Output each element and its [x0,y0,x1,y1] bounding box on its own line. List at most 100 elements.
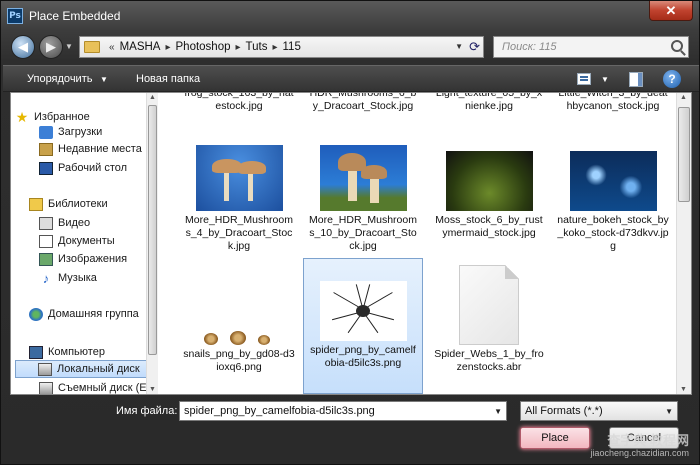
file-name: HDR_Mushrooms_6_by_Dracoart_Stock.jpg [309,93,417,112]
nav-local-disk[interactable]: Локальный диск [15,360,146,378]
change-view-icon[interactable] [577,73,591,85]
breadcrumb-separator: ▸ [272,41,278,53]
document-icon [459,265,519,345]
place-button[interactable]: Place [520,427,590,449]
file-thumbnail [319,145,407,211]
folder-icon [84,41,100,53]
refresh-icon[interactable]: ⟳ [469,39,480,55]
nav-label: Библиотеки [48,198,108,210]
nav-computer[interactable]: Компьютер [29,343,146,361]
file-item[interactable]: Moss_stock_6_by_rustymermaid_stock.jpg [429,151,549,240]
breadcrumb-overflow[interactable]: « [109,42,115,53]
desktop-icon [39,161,53,175]
file-name: snails_png_by_gd08-d3ioxq6.png [183,348,295,373]
file-list-scrollbar[interactable]: ▲ ▼ [676,93,691,394]
chevron-down-icon[interactable]: ▼ [665,407,673,416]
nav-pictures[interactable]: Изображения [39,250,146,268]
file-item[interactable]: More_HDR_Mushrooms_4_by_Dracoart_Stock.j… [179,145,299,253]
scroll-up-icon[interactable]: ▲ [680,94,687,101]
nav-recent-places[interactable]: Недавние места [39,140,146,158]
file-name: nature_bokeh_stock_by_koko_stock-d73dkvv… [557,214,669,252]
file-thumbnail [195,145,283,211]
file-name: Spider_Webs_1_by_frozenstocks.abr [434,348,544,373]
file-item[interactable]: Little_Witch_3_by_deathbycanon_stock.jpg [553,93,673,113]
breadcrumb-photoshop[interactable]: Photoshop [176,41,231,53]
file-format-select[interactable]: All Formats (*.*) ▼ [520,401,678,421]
filename-input[interactable]: spider_png_by_camelfobia-d5ilc3s.png ▼ [179,401,507,421]
chevron-down-icon[interactable]: ▼ [100,75,108,84]
nav-removable-disk[interactable]: Съемный диск (E [39,379,146,394]
file-list: frog_stock_163_by_hatestock.jpg HDR_Mush… [159,93,691,394]
filename-value: spider_png_by_camelfobia-d5ilc3s.png [184,405,375,417]
nav-label: Недавние места [58,143,142,155]
new-folder-button[interactable]: Новая папка [136,73,200,85]
filename-label: Имя файла: [116,405,178,417]
video-icon [39,216,53,230]
file-name: More_HDR_Mushrooms_4_by_Dracoart_Stock.j… [185,214,293,252]
chevron-down-icon[interactable]: ▼ [601,75,609,84]
file-item[interactable]: nature_bokeh_stock_by_koko_stock-d73dkvv… [553,151,673,253]
removable-disk-icon [39,381,53,394]
nav-label: Документы [58,235,115,247]
search-input[interactable]: Поиск: 115 [493,36,689,58]
breadcrumb-tuts[interactable]: Tuts [246,41,268,53]
file-item[interactable]: frog_stock_163_by_hatestock.jpg [179,93,299,113]
file-name: Little_Witch_3_by_deathbycanon_stock.jpg [558,93,668,112]
navigation-scrollbar[interactable]: ▲ ▼ [146,93,158,394]
forward-button[interactable]: ▶ [39,35,63,59]
nav-homegroup[interactable]: Домашняя группа [29,305,146,323]
help-icon[interactable]: ? [663,70,681,88]
file-item[interactable]: More_HDR_Mushrooms_10_by_Dracoart_Stock.… [303,145,423,253]
recent-places-icon [39,142,53,156]
file-item[interactable]: Spider_Webs_1_by_frozenstocks.abr [429,265,549,374]
close-button[interactable]: ✕ [649,1,693,21]
preview-pane-icon[interactable] [629,72,643,87]
nav-music[interactable]: ♪ Музыка [39,269,146,287]
nav-label: Загрузки [58,126,103,138]
homegroup-icon [29,307,43,321]
breadcrumb-masha[interactable]: MASHA [120,41,161,53]
nav-desktop[interactable]: Рабочий стол [39,159,146,177]
breadcrumb-115[interactable]: 115 [283,41,301,53]
nav-label: Съемный диск (E [58,382,146,394]
search-icon[interactable] [671,40,683,52]
file-name: Moss_stock_6_by_rustymermaid_stock.jpg [435,214,543,239]
file-name: Light_texture_05_by_xnienke.jpg [435,93,543,112]
search-placeholder: Поиск: 115 [502,41,557,53]
arrow-left-icon: ◀ [18,39,28,54]
nav-documents[interactable]: Документы [39,232,146,250]
file-thumbnail [195,323,283,345]
browser-area: ★ Избранное Загрузки Недавние места Рабо… [10,92,692,395]
breadcrumb-separator: ▸ [235,41,241,53]
nav-downloads[interactable]: Загрузки [39,123,146,141]
organize-button[interactable]: Упорядочить [27,73,92,85]
scroll-down-icon[interactable]: ▼ [680,386,687,393]
back-button[interactable]: ◀ [11,35,35,59]
nav-label: Видео [58,217,91,229]
scroll-down-icon[interactable]: ▼ [149,386,156,393]
file-item[interactable]: snails_png_by_gd08-d3ioxq6.png [179,323,299,374]
file-item-selected[interactable]: spider_png_by_camelfobia-d5ilc3s.png [303,258,423,394]
watermark-url: jiaocheng.chazidian.com [590,448,689,458]
file-thumbnail [319,281,407,341]
scroll-up-icon[interactable]: ▲ [149,94,156,101]
nav-video[interactable]: Видео [39,214,146,232]
address-dropdown-icon[interactable]: ▼ [455,42,463,51]
file-item[interactable]: HDR_Mushrooms_6_by_Dracoart_Stock.jpg [303,93,423,113]
scrollbar-thumb[interactable] [148,105,157,355]
nav-label: Домашняя группа [48,308,139,320]
file-name: spider_png_by_camelfobia-d5ilc3s.png [310,344,416,369]
chevron-down-icon[interactable]: ▼ [494,407,502,416]
nav-label: Локальный диск [57,363,140,375]
file-item[interactable]: Light_texture_05_by_xnienke.jpg [429,93,549,113]
title-bar: Ps Place Embedded ✕ [1,1,700,31]
nav-libraries[interactable]: Библиотеки [29,195,146,213]
recent-locations-dropdown[interactable]: ▼ [65,42,73,51]
file-format-value: All Formats (*.*) [525,405,603,417]
window-title: Place Embedded [29,9,121,23]
pictures-icon [39,252,53,266]
toolbar: Упорядочить ▼ Новая папка ▼ ? [3,65,699,92]
scrollbar-thumb[interactable] [678,107,690,202]
address-bar[interactable]: « MASHA ▸ Photoshop ▸ Tuts ▸ 115 ▼ ⟳ [79,36,484,58]
navigation-row: ◀ ▶ ▼ « MASHA ▸ Photoshop ▸ Tuts ▸ 115 ▼… [1,31,700,63]
